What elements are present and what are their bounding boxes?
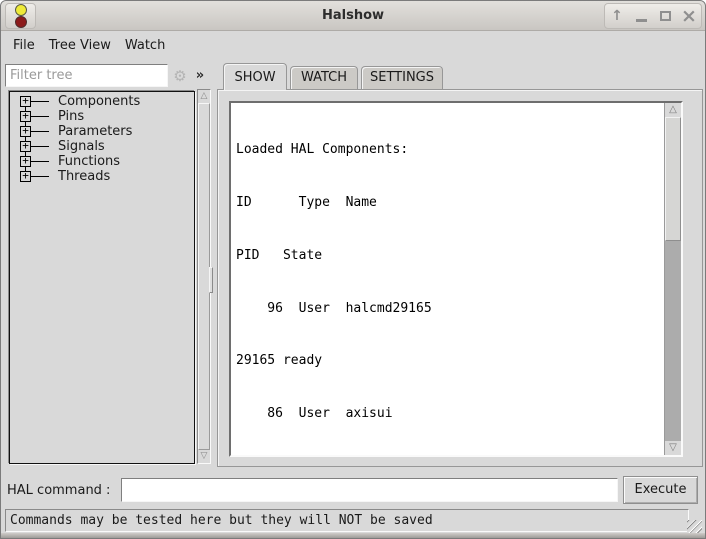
pane-sash-handle[interactable] xyxy=(209,267,213,293)
status-bar: Commands may be tested here but they wil… xyxy=(5,509,689,532)
close-icon: × xyxy=(681,7,697,26)
maximize-icon xyxy=(660,11,671,21)
minimize-button[interactable] xyxy=(630,4,653,28)
close-button[interactable]: × xyxy=(678,4,701,28)
menu-tree-view[interactable]: Tree View xyxy=(42,35,118,56)
hal-tree: + Components + Pins + Parameters + Signa… xyxy=(9,91,195,464)
tree-item-label: Parameters xyxy=(58,124,132,139)
tab-watch[interactable]: WATCH xyxy=(290,66,358,89)
maximize-button[interactable] xyxy=(654,4,677,28)
shade-button[interactable]: ↑ xyxy=(606,4,629,28)
output-line: PID State xyxy=(236,247,664,265)
show-tab-panel: Loaded HAL Components: ID Type Name PID … xyxy=(217,89,703,467)
tree-item-label: Pins xyxy=(58,109,84,124)
halshow-window: Halshow ↑ × File Tree View Watch ⚙ » + C… xyxy=(0,0,706,539)
tree-item-label: Threads xyxy=(58,169,110,184)
expand-plus-icon[interactable]: + xyxy=(20,96,31,107)
execute-button[interactable]: Execute xyxy=(623,476,698,504)
tree-item-pins[interactable]: + Pins xyxy=(10,109,194,124)
expand-plus-icon[interactable]: + xyxy=(20,171,31,182)
menu-bar: File Tree View Watch xyxy=(1,32,705,58)
hal-output-text[interactable]: Loaded HAL Components: ID Type Name PID … xyxy=(231,103,664,455)
expand-plus-icon[interactable]: + xyxy=(20,156,31,167)
expand-plus-icon[interactable]: + xyxy=(20,111,31,122)
output-line: 29165 ready xyxy=(236,352,664,370)
hal-command-label: HAL command : xyxy=(7,483,110,498)
tree-item-label: Components xyxy=(58,94,140,109)
expand-plus-icon[interactable]: + xyxy=(20,141,31,152)
tree-item-functions[interactable]: + Functions xyxy=(10,154,194,169)
minimize-icon xyxy=(636,19,647,22)
scroll-down-icon[interactable]: ▽ xyxy=(198,450,210,463)
tab-show[interactable]: SHOW xyxy=(223,63,287,90)
output-line: 96 User halcmd29165 xyxy=(236,300,664,318)
menu-file[interactable]: File xyxy=(6,35,42,56)
output-line: Loaded HAL Components: xyxy=(236,141,664,159)
menu-watch[interactable]: Watch xyxy=(118,35,172,56)
hal-command-input[interactable] xyxy=(121,478,618,502)
window-bottom-edge xyxy=(1,533,705,538)
shade-icon: ↑ xyxy=(611,8,623,24)
tab-settings[interactable]: SETTINGS xyxy=(361,66,443,89)
output-line: 86 User axisui xyxy=(236,405,664,423)
window-controls: ↑ × xyxy=(604,3,702,29)
scroll-up-icon[interactable]: △ xyxy=(198,90,210,103)
gear-icon[interactable]: ⚙ xyxy=(170,66,190,86)
filter-tree-input[interactable] xyxy=(5,64,168,87)
expand-plus-icon[interactable]: + xyxy=(20,126,31,137)
tree-item-label: Functions xyxy=(58,154,120,169)
output-scrollbar[interactable]: △ ▽ xyxy=(664,103,681,455)
chevron-right-icon[interactable]: » xyxy=(192,66,208,86)
output-line: ID Type Name xyxy=(236,194,664,212)
hal-output-frame: Loaded HAL Components: ID Type Name PID … xyxy=(229,101,683,457)
tree-item-label: Signals xyxy=(58,139,105,154)
tree-item-parameters[interactable]: + Parameters xyxy=(10,124,194,139)
tree-item-components[interactable]: + Components xyxy=(10,94,194,109)
output-scrollbar-thumb[interactable] xyxy=(665,117,681,241)
scroll-down-icon[interactable]: ▽ xyxy=(665,441,681,455)
tree-item-threads[interactable]: + Threads xyxy=(10,169,194,184)
tree-item-signals[interactable]: + Signals xyxy=(10,139,194,154)
scroll-up-icon[interactable]: △ xyxy=(665,103,681,117)
title-bar: Halshow ↑ × xyxy=(1,1,705,31)
window-title: Halshow xyxy=(1,8,705,23)
